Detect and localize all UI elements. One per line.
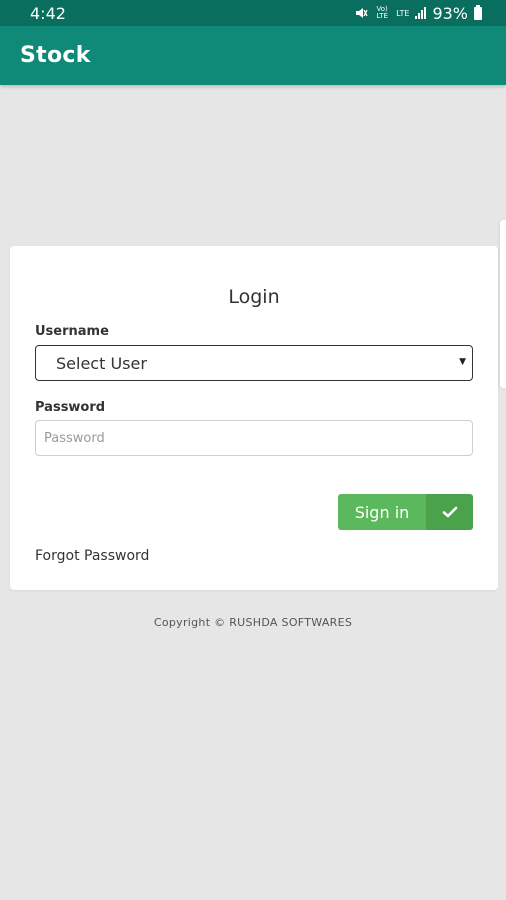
login-card: Login Username Select User ▼ Password Si… (10, 246, 498, 590)
user-select-value: Select User (56, 353, 147, 373)
check-icon (426, 494, 473, 530)
dropdown-caret-icon: ▼ (459, 357, 466, 367)
password-label: Password (35, 400, 106, 415)
status-icons: Vo) LTE LTE 93% (354, 4, 482, 23)
side-drawer-handle[interactable] (500, 220, 506, 388)
status-time: 4:42 (30, 3, 66, 23)
user-select[interactable]: Select User ▼ (35, 345, 473, 381)
battery-percent: 93% (432, 3, 468, 23)
signal-icon (415, 7, 427, 19)
lte-icon: LTE (396, 8, 410, 18)
sign-in-button[interactable]: Sign in (338, 494, 473, 530)
copyright-text: Copyright © RUSHDA SOFTWARES (153, 616, 353, 629)
status-bar: 4:42 Vo) LTE LTE 93% (0, 0, 506, 26)
app-bar: Stock (0, 26, 506, 85)
app-title: Stock (20, 43, 91, 68)
volte-icon: Vo) LTE (376, 5, 388, 20)
mute-icon (356, 8, 368, 18)
battery-icon (474, 4, 482, 20)
password-field[interactable] (35, 420, 473, 456)
forgot-password-link[interactable]: Forgot Password (35, 548, 149, 564)
username-label: Username (35, 324, 109, 339)
sign-in-label: Sign in (338, 494, 426, 530)
login-title: Login (228, 286, 280, 308)
